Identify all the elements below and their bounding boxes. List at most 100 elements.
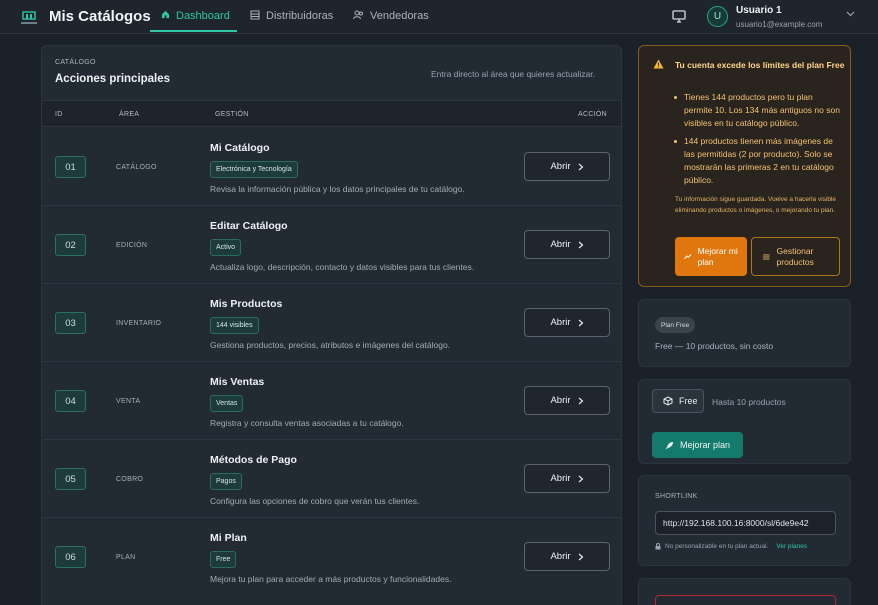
lock-icon [655,543,661,550]
users-icon [353,10,363,20]
tab-distribuidoras[interactable]: Distribuidoras [250,10,333,32]
chevron-right-icon [578,163,583,170]
danger-panel [638,578,851,605]
row-badge: Electrónica y Tecnología [210,161,298,178]
open-button-label: Abrir [550,239,571,250]
shortlink-input[interactable] [655,511,836,535]
actions-card: CATÁLOGO Acciones principales Entra dire… [41,45,622,605]
warning-note: Tu información sigue guardada. Vuelve a … [675,196,837,214]
home-icon [161,10,170,19]
tab-label: Vendedoras [370,10,429,22]
table-row: 05 COBRO Métodos de Pago Pagos Configura… [42,440,621,518]
table-row: 04 VENTA Mis Ventas Ventas Registra y co… [42,362,621,440]
monitor-icon[interactable] [672,10,686,23]
open-button[interactable]: Abrir [524,230,610,259]
row-description: Actualiza logo, descripción, contacto y … [210,262,475,272]
current-plan-chip: Free [652,389,704,413]
manage-products-button[interactable]: Gestionar productos [751,237,840,276]
tab-vendedoras[interactable]: Vendedoras [353,10,429,32]
plan-info-panel: Plan Free Free — 10 productos, sin costo [638,299,851,367]
row-area: EDICIÓN [116,242,148,249]
open-button-label: Abrir [550,473,571,484]
shortlink-note-text: No personalizable en tu plan actual. [665,543,769,550]
chevron-down-icon[interactable] [846,11,855,17]
row-area: CATÁLOGO [116,164,157,171]
chevron-right-icon [578,553,583,560]
row-id: 05 [55,468,86,490]
chevron-right-icon [578,319,583,326]
row-description: Gestiona productos, precios, atributos e… [210,340,451,350]
chevron-right-icon [578,397,583,404]
row-id: 04 [55,390,86,412]
row-description: Revisa la información pública y los dato… [210,184,465,194]
table-row: 06 PLAN Mi Plan Free Mejora tu plan para… [42,518,621,596]
card-title: Acciones principales [55,73,171,85]
row-title: Mi Plan [210,532,247,544]
warning-icon [653,59,664,69]
row-id: 03 [55,312,86,334]
row-title: Métodos de Pago [210,454,297,466]
building-icon [250,10,260,20]
row-area: INVENTARIO [116,320,162,327]
row-id: 01 [55,156,86,178]
row-area: VENTA [116,398,141,405]
user-email: usuario1@example.com [736,20,823,29]
warning-item: Tienes 144 productos pero tu plan permit… [674,91,842,130]
open-button[interactable]: Abrir [524,308,610,337]
active-tab-indicator [150,30,237,32]
improve-plan-button[interactable]: Mejorar plan [652,432,743,458]
table-row: 01 CATÁLOGO Mi Catálogo Electrónica y Te… [42,128,621,206]
open-button-label: Abrir [550,161,571,172]
store-logo-icon[interactable] [20,10,38,26]
open-button[interactable]: Abrir [524,464,610,493]
row-title: Mis Productos [210,298,283,310]
app-title[interactable]: Mis Catálogos [49,8,151,25]
row-description: Configura las opciones de cobro que verá… [210,496,420,506]
row-description: Mejora tu plan para acceder a más produc… [210,574,452,584]
shortlink-panel: SHORTLINK No personalizable en tu plan a… [638,475,851,566]
plan-upgrade-panel: Free Hasta 10 productos Mejorar plan [638,379,851,464]
avatar[interactable]: U [707,6,728,27]
open-button[interactable]: Abrir [524,152,610,181]
shortlink-label: SHORTLINK [655,493,698,500]
list-icon [763,254,770,259]
table-row: 02 EDICIÓN Editar Catálogo Activo Actual… [42,206,621,284]
plan-limit-warning: Tu cuenta excede los límites del plan Fr… [638,45,851,287]
open-button-label: Abrir [550,551,571,562]
current-plan-label: Free [679,396,698,406]
row-badge: Free [210,551,237,568]
row-title: Editar Catálogo [210,220,288,232]
row-id: 06 [55,546,86,568]
trending-up-icon [684,254,692,259]
upgrade-plan-label: Mejorar mi plan [697,245,738,267]
tab-dashboard[interactable]: Dashboard [161,10,230,32]
top-navbar: Mis Catálogos Dashboard Distribuidoras V… [0,0,878,34]
user-name[interactable]: Usuario 1 [736,5,782,16]
chevron-right-icon [578,475,583,482]
column-header-gestion: GESTIÓN [215,111,249,118]
plan-badge: Plan Free [655,317,696,333]
column-header-accion: ACCIÓN [578,111,608,118]
row-badge: 144 visibles [210,317,259,334]
rocket-icon [665,441,673,449]
table-row: 03 INVENTARIO Mis Productos 144 visibles… [42,284,621,362]
open-button[interactable]: Abrir [524,542,610,571]
card-eyebrow: CATÁLOGO [55,59,96,66]
shortlink-note: No personalizable en tu plan actual. Ver… [655,543,807,550]
column-header-id: ID [55,111,63,118]
card-hint: Entra directo al área que quieres actual… [431,69,595,79]
chevron-right-icon [578,241,583,248]
view-plans-link[interactable]: Ver planes [776,543,807,550]
package-icon [663,396,673,406]
tab-label: Distribuidoras [266,10,334,22]
plan-limit-hint: Hasta 10 productos [712,397,786,407]
open-button[interactable]: Abrir [524,386,610,415]
table-header: ID ÁREA GESTIÓN ACCIÓN [42,100,621,127]
row-badge: Ventas [210,395,244,412]
row-area: PLAN [116,554,136,561]
row-description: Registra y consulta ventas asociadas a t… [210,418,404,428]
row-area: COBRO [116,476,144,483]
row-badge: Pagos [210,473,242,490]
row-title: Mis Ventas [210,376,265,388]
upgrade-plan-button[interactable]: Mejorar mi plan [675,237,747,276]
